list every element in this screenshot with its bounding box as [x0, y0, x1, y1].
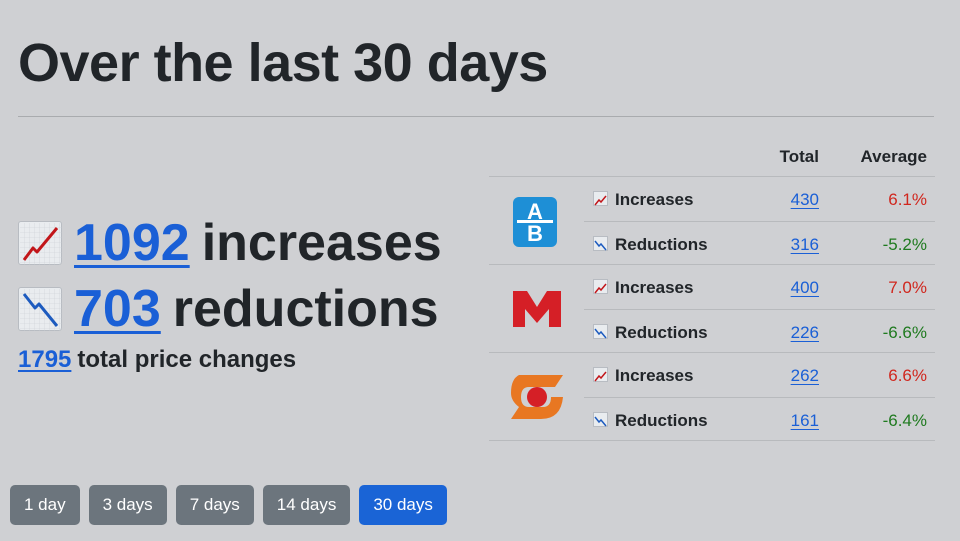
- range-30-days-button[interactable]: 30 days: [359, 485, 447, 525]
- store-stats-table: Total Average A B Increases 430 6.1% Red…: [489, 134, 935, 441]
- row-average: -5.2%: [882, 234, 927, 254]
- page-title: Over the last 30 days: [18, 33, 548, 93]
- range-3-days-button[interactable]: 3 days: [88, 485, 167, 525]
- reductions-summary: 703 reductions: [18, 278, 442, 340]
- table-row: Increases 400 7.0%: [584, 265, 935, 309]
- row-total-link[interactable]: 226: [791, 323, 819, 343]
- reductions-label: reductions: [172, 280, 439, 338]
- increases-label: increases: [201, 214, 442, 272]
- range-1-day-button[interactable]: 1 day: [10, 485, 80, 525]
- increases-summary: 1092 increases: [18, 212, 442, 274]
- range-14-days-button[interactable]: 14 days: [262, 485, 351, 525]
- row-average: 6.6%: [888, 366, 927, 385]
- store-group-masoutis: Increases 400 7.0% Reductions 226 -6.6%: [489, 265, 935, 353]
- row-label: Increases: [615, 190, 694, 209]
- increase-chart-icon: [18, 221, 62, 265]
- range-button-group: 1 day 3 days 7 days 14 days 30 days: [10, 485, 447, 525]
- increase-chart-icon: [593, 191, 608, 206]
- row-total-link[interactable]: 316: [791, 235, 819, 255]
- increase-chart-icon: [593, 367, 608, 382]
- row-label: Reductions: [615, 322, 708, 342]
- decrease-chart-icon: [593, 235, 608, 251]
- header-total: Total: [779, 147, 819, 166]
- reductions-count-link[interactable]: 703: [74, 279, 161, 339]
- row-average: 6.1%: [888, 190, 927, 209]
- total-changes-label: total price changes: [77, 346, 297, 373]
- row-total-link[interactable]: 161: [791, 411, 819, 431]
- table-row: Reductions 161 -6.4%: [584, 396, 935, 441]
- row-total-link[interactable]: 430: [791, 190, 819, 210]
- decrease-chart-icon: [18, 287, 62, 331]
- ab-logo: A B: [511, 195, 563, 247]
- increases-count-link[interactable]: 1092: [74, 213, 190, 273]
- decrease-chart-icon: [593, 323, 608, 339]
- table-header: Total Average: [489, 134, 935, 177]
- title-divider: [18, 116, 934, 117]
- row-total-link[interactable]: 262: [791, 366, 819, 386]
- sklavenitis-logo: [507, 371, 567, 423]
- row-total-link[interactable]: 400: [791, 278, 819, 298]
- row-label: Reductions: [615, 410, 708, 430]
- table-row: Increases 262 6.6%: [584, 353, 935, 397]
- header-average: Average: [860, 147, 927, 166]
- store-group-ab: A B Increases 430 6.1% Reductions 316 -5…: [489, 177, 935, 265]
- increase-chart-icon: [593, 279, 608, 294]
- row-average: -6.6%: [882, 322, 927, 342]
- table-row: Reductions 226 -6.6%: [584, 308, 935, 353]
- store-group-sklavenitis: Increases 262 6.6% Reductions 161 -6.4%: [489, 353, 935, 441]
- row-label: Increases: [615, 278, 694, 297]
- total-count-link[interactable]: 1795: [18, 346, 71, 373]
- total-changes: 1795 total price changes: [18, 346, 442, 374]
- row-label: Increases: [615, 366, 694, 385]
- svg-text:B: B: [527, 221, 543, 246]
- masoutis-logo: [511, 283, 563, 335]
- table-row: Increases 430 6.1%: [584, 177, 935, 221]
- decrease-chart-icon: [593, 411, 608, 427]
- row-average: 7.0%: [888, 278, 927, 297]
- summary-panel: 1092 increases 703 reductions 1795 total …: [18, 212, 442, 374]
- range-7-days-button[interactable]: 7 days: [175, 485, 254, 525]
- row-label: Reductions: [615, 234, 708, 254]
- table-row: Reductions 316 -5.2%: [584, 220, 935, 265]
- row-average: -6.4%: [882, 410, 927, 430]
